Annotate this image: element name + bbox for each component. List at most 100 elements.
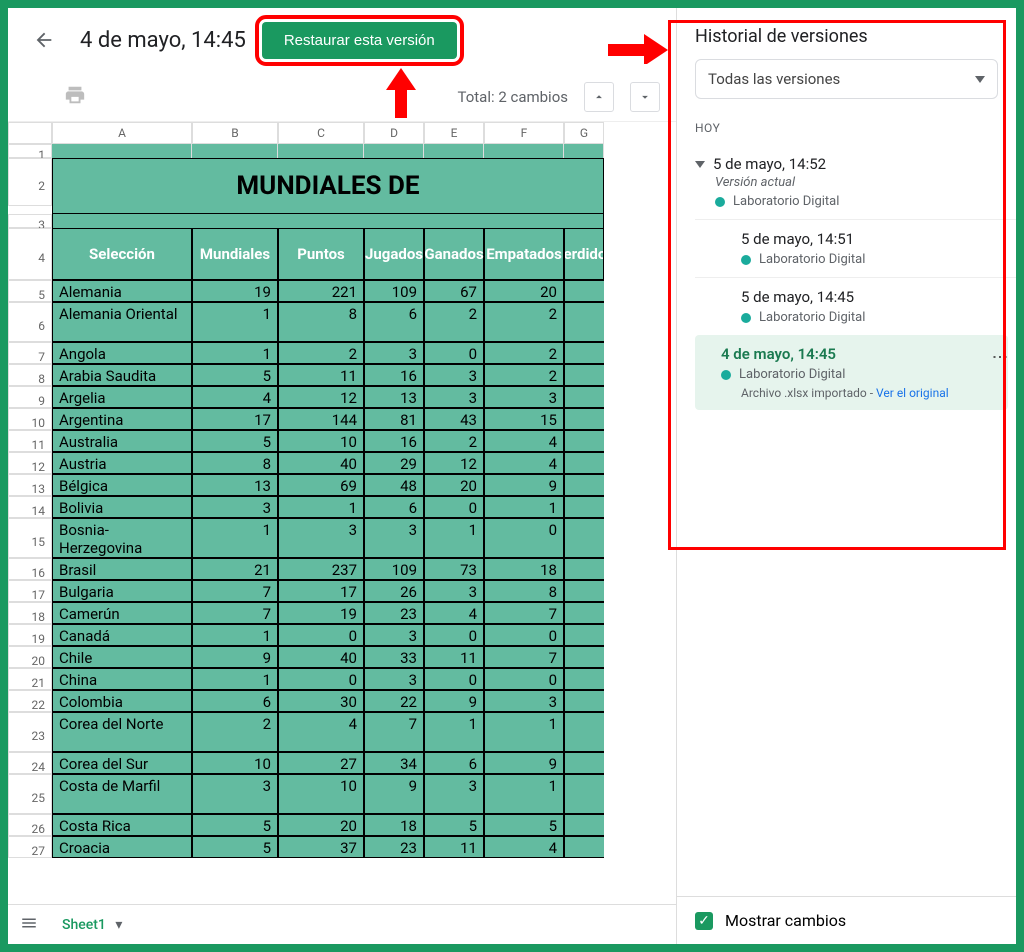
versions-filter-dropdown[interactable]: Todas las versiones <box>695 59 998 99</box>
table-cell: 3 <box>484 386 564 408</box>
row-header: 6 <box>8 302 52 342</box>
table-cell: 8 <box>192 452 278 474</box>
table-cell: Brasil <box>52 558 192 580</box>
all-sheets-icon[interactable] <box>20 914 38 936</box>
table-cell <box>564 518 604 558</box>
table-cell <box>564 602 604 624</box>
table-cell: China <box>52 668 192 690</box>
row-header: 25 <box>8 774 52 814</box>
table-cell: 48 <box>364 474 424 496</box>
table-cell: 4 <box>484 836 564 858</box>
table-header-cell: Empatados <box>484 228 564 280</box>
table-cell: Costa Rica <box>52 814 192 836</box>
table-cell: 7 <box>364 712 424 752</box>
table-cell: 5 <box>424 814 484 836</box>
table-cell: 73 <box>424 558 484 580</box>
table-cell: Colombia <box>52 690 192 712</box>
table-cell: 3 <box>484 690 564 712</box>
row-header: 17 <box>8 580 52 602</box>
row-header: 26 <box>8 814 52 836</box>
version-item[interactable]: 5 de mayo, 14:45 Laboratorio Digital <box>695 277 1016 335</box>
table-header-cell: Mundiales <box>192 228 278 280</box>
spreadsheet[interactable]: ABCDEFG12MUNDIALES DE34SelecciónMundiale… <box>8 122 676 904</box>
table-cell: 109 <box>364 558 424 580</box>
table-cell: 19 <box>278 602 364 624</box>
table-cell: 1 <box>192 302 278 342</box>
back-button[interactable] <box>24 20 64 60</box>
table-cell <box>564 814 604 836</box>
table-cell: 109 <box>364 280 424 302</box>
table-cell: 13 <box>364 386 424 408</box>
table-cell <box>564 496 604 518</box>
table-cell: 5 <box>192 364 278 386</box>
table-cell: 2 <box>424 430 484 452</box>
table-cell: 10 <box>278 774 364 814</box>
row-header: 14 <box>8 496 52 518</box>
restore-button[interactable]: Restaurar esta versión <box>262 22 457 59</box>
table-cell: 29 <box>364 452 424 474</box>
table-cell: 11 <box>278 364 364 386</box>
table-cell: 3 <box>364 668 424 690</box>
table-cell <box>564 624 604 646</box>
table-cell: 34 <box>364 752 424 774</box>
column-header: D <box>364 122 424 144</box>
version-item-selected[interactable]: 4 de mayo, 14:45 Laboratorio Digital Arc… <box>695 335 1008 410</box>
table-cell: 27 <box>278 752 364 774</box>
row-header: 7 <box>8 342 52 364</box>
table-cell: 16 <box>364 364 424 386</box>
table-cell: 10 <box>192 752 278 774</box>
table-cell: 21 <box>192 558 278 580</box>
version-item[interactable]: 5 de mayo, 14:51 Laboratorio Digital <box>695 219 1016 277</box>
table-cell: 2 <box>192 712 278 752</box>
table-cell: 13 <box>192 474 278 496</box>
table-cell <box>564 712 604 752</box>
table-cell: 3 <box>192 774 278 814</box>
day-label: HOY <box>677 111 1016 145</box>
table-cell <box>564 646 604 668</box>
table-cell: 22 <box>364 690 424 712</box>
table-cell: 26 <box>364 580 424 602</box>
table-cell: 221 <box>278 280 364 302</box>
table-cell: Bulgaria <box>52 580 192 602</box>
column-header: A <box>52 122 192 144</box>
table-cell: 18 <box>484 558 564 580</box>
show-changes-checkbox[interactable]: ✓ <box>695 912 713 930</box>
table-cell: 3 <box>364 624 424 646</box>
table-cell: 1 <box>484 774 564 814</box>
table-cell: Costa de Marfil <box>52 774 192 814</box>
table-cell: 0 <box>424 624 484 646</box>
table-cell: Bosnia-Herzegovina <box>52 518 192 558</box>
chevron-up-icon <box>592 90 606 104</box>
table-cell: 1 <box>424 518 484 558</box>
sheet-tab-1[interactable]: Sheet1 ▾ <box>54 913 130 937</box>
chevron-down-icon <box>638 90 652 104</box>
table-cell <box>564 774 604 814</box>
version-history-panel: Historial de versiones Todas las version… <box>676 8 1016 944</box>
table-cell: Corea del Norte <box>52 712 192 752</box>
column-header: C <box>278 122 364 144</box>
collapse-icon[interactable] <box>695 161 705 168</box>
version-item-current[interactable]: 5 de mayo, 14:52 Versión actual Laborato… <box>677 145 1016 219</box>
table-cell: 1 <box>484 496 564 518</box>
row-header: 20 <box>8 646 52 668</box>
more-options-icon[interactable]: ⋮ <box>991 349 1010 365</box>
table-cell: 0 <box>278 668 364 690</box>
table-cell: 237 <box>278 558 364 580</box>
table-header-cell: Selección <box>52 228 192 280</box>
print-icon[interactable] <box>64 84 86 110</box>
next-change-button[interactable] <box>630 82 660 112</box>
table-cell: 69 <box>278 474 364 496</box>
view-original-link[interactable]: Ver el original <box>876 386 949 400</box>
prev-change-button[interactable] <box>584 82 614 112</box>
table-cell: 7 <box>484 646 564 668</box>
table-cell: 4 <box>278 712 364 752</box>
table-cell <box>564 690 604 712</box>
row-header: 24 <box>8 752 52 774</box>
table-cell: 19 <box>192 280 278 302</box>
table-cell: 2 <box>484 302 564 342</box>
column-header: E <box>424 122 484 144</box>
table-cell: 4 <box>484 430 564 452</box>
table-cell: Argelia <box>52 386 192 408</box>
row-header: 15 <box>8 518 52 558</box>
table-cell: 12 <box>424 452 484 474</box>
